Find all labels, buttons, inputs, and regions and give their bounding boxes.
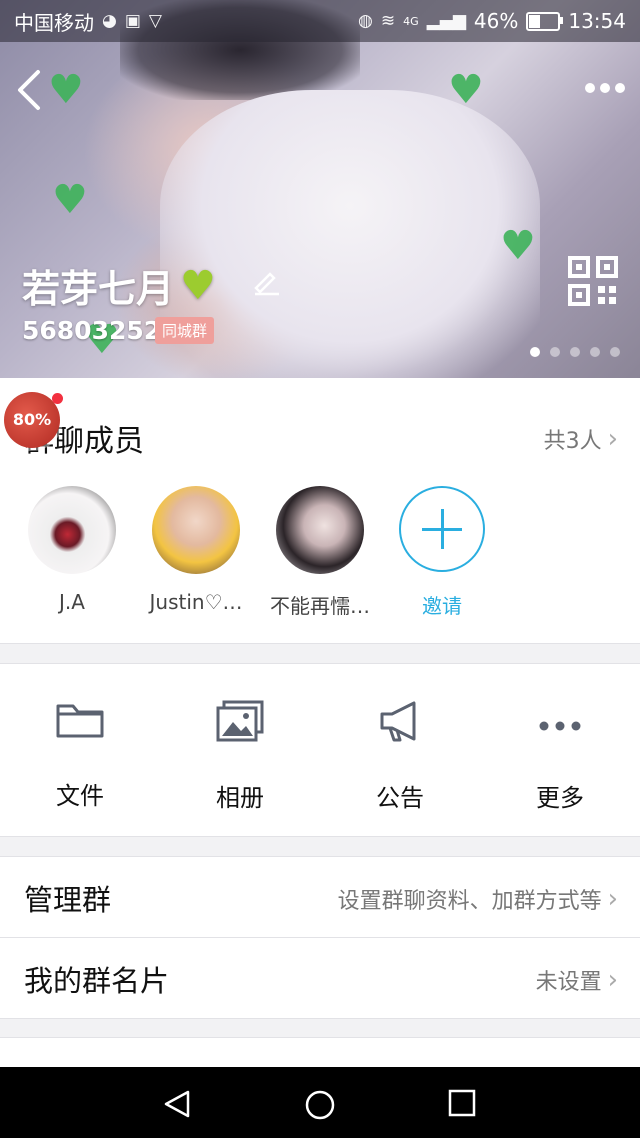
row-value: 未设置 › xyxy=(536,964,618,996)
circle-home-icon xyxy=(305,1090,335,1120)
heart-sticker: ♥ xyxy=(448,67,484,113)
section-divider xyxy=(0,856,640,857)
battery-percent: 46% xyxy=(473,9,519,33)
city-group-badge: 同城群 xyxy=(155,317,215,344)
heart-sticker: ♥ xyxy=(48,67,84,113)
section-divider xyxy=(0,1018,640,1019)
carousel-dot xyxy=(570,347,580,357)
invite-label[interactable]: 邀请 xyxy=(387,590,497,619)
member-avatar[interactable] xyxy=(276,486,364,574)
member-name: J.A xyxy=(59,590,85,614)
shield-icon: ▽ xyxy=(148,11,162,31)
member-name: Justin♡… xyxy=(149,590,243,614)
chevron-right-icon: › xyxy=(607,424,618,454)
row-value-text: 设置群聊资料、加群方式等 xyxy=(337,889,602,914)
battery-icon xyxy=(526,11,564,31)
carousel-dot xyxy=(530,347,540,357)
system-navigation-bar xyxy=(0,1067,640,1138)
feature-label: 公告 xyxy=(376,784,424,812)
carousel-dot xyxy=(550,347,560,357)
feature-announcement[interactable]: 公告 xyxy=(320,700,480,813)
signal-icon: ▂▄▆ xyxy=(426,11,466,31)
back-arrow-icon xyxy=(18,70,40,110)
section-divider xyxy=(0,1037,640,1038)
feature-album[interactable]: 相册 xyxy=(160,700,320,813)
more-icon xyxy=(539,721,581,731)
row-title: 管理群 xyxy=(24,883,112,917)
partially-visible-row[interactable] xyxy=(0,1038,640,1067)
row-value-text: 未设置 xyxy=(535,970,602,995)
notification-icon: ◕ xyxy=(102,11,117,31)
qr-code-button[interactable] xyxy=(568,256,618,306)
cover-photo-figure xyxy=(160,90,540,378)
nav-recents-button[interactable] xyxy=(448,1089,476,1121)
section-divider xyxy=(0,836,640,837)
green-heart-icon: ♥ xyxy=(180,262,216,309)
app-notification-icon: ▣ xyxy=(124,11,141,31)
row-value: 设置群聊资料、加群方式等 › xyxy=(338,883,618,915)
progress-text: 80% xyxy=(12,410,52,429)
my-group-card-row[interactable]: 我的群名片 未设置 › xyxy=(0,938,640,1018)
megaphone-icon xyxy=(380,701,416,742)
folder-icon xyxy=(56,704,104,738)
hd-call-icon: ◍ xyxy=(358,11,373,31)
pencil-icon xyxy=(254,272,279,296)
carousel-indicator xyxy=(530,347,620,357)
carousel-dot xyxy=(590,347,600,357)
chevron-right-icon: › xyxy=(607,884,618,914)
back-button[interactable] xyxy=(14,68,46,110)
member-count-text: 共3人 xyxy=(543,429,602,454)
feature-more[interactable]: 更多 xyxy=(480,700,640,813)
nav-home-button[interactable] xyxy=(304,1089,336,1125)
edit-name-button[interactable] xyxy=(252,266,282,296)
wifi-icon: ≋ xyxy=(380,11,396,31)
section-divider xyxy=(0,643,640,644)
feature-label: 更多 xyxy=(536,784,584,812)
row-title: 我的群名片 xyxy=(24,964,170,998)
invite-button[interactable] xyxy=(399,486,485,572)
ellipsis-icon xyxy=(585,83,625,93)
more-options-button[interactable] xyxy=(584,70,626,100)
network-type-label: 4G xyxy=(403,14,419,28)
notification-dot xyxy=(52,393,63,404)
heart-sticker: ♥ xyxy=(52,177,88,223)
square-recents-icon xyxy=(448,1089,476,1117)
qr-code-icon xyxy=(568,256,618,306)
carrier-label: 中国移动 xyxy=(14,10,94,35)
carousel-dot xyxy=(610,347,620,357)
nav-back-button[interactable] xyxy=(162,1089,192,1123)
status-bar: 中国移动 ◕ ▣ ▽ ◍ ≋ 4G ▂▄▆ 46% 13:54 xyxy=(0,0,640,42)
member-name: 不能再懦… xyxy=(270,594,370,618)
manage-group-row[interactable]: 管理群 设置群聊资料、加群方式等 › xyxy=(0,857,640,937)
feature-label: 相册 xyxy=(216,784,264,812)
album-icon xyxy=(216,700,264,742)
feature-files[interactable]: 文件 xyxy=(0,700,160,811)
member-count-link[interactable]: 共3人 › xyxy=(544,423,618,455)
triangle-back-icon xyxy=(164,1090,190,1118)
member-avatar[interactable] xyxy=(152,486,240,574)
section-divider xyxy=(0,663,640,664)
floating-progress-badge[interactable]: 80% xyxy=(4,392,63,448)
clock: 13:54 xyxy=(568,9,626,33)
group-name: 若芽七月 ♥ xyxy=(22,258,216,313)
chevron-right-icon: › xyxy=(607,965,618,995)
heart-sticker: ♥ xyxy=(500,223,536,269)
member-avatar[interactable] xyxy=(28,486,116,574)
group-name-text: 若芽七月 xyxy=(22,267,175,311)
feature-label: 文件 xyxy=(56,782,104,810)
